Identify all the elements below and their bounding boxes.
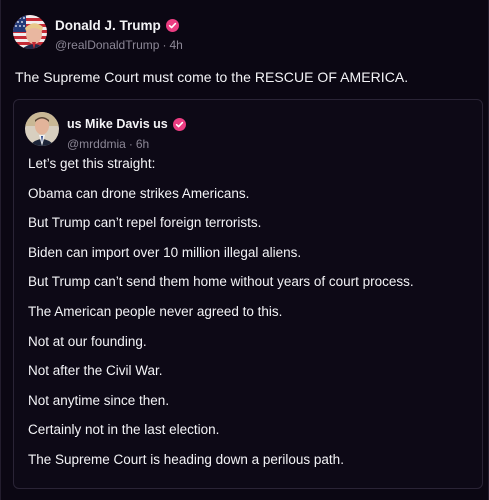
quoted-text-line: Let’s get this straight:: [28, 156, 156, 171]
separator-dot: ·: [128, 137, 133, 151]
author-avatar[interactable]: [13, 15, 47, 49]
quoted-post-body: Let’s get this straight: Obama can drone…: [28, 156, 472, 482]
author-handle[interactable]: @realDonaldTrump: [55, 38, 159, 52]
quoted-author-handle[interactable]: @mrddmia: [67, 137, 126, 151]
quoted-author-avatar[interactable]: [25, 112, 59, 146]
separator-dot: ·: [162, 38, 167, 52]
quoted-post-timestamp[interactable]: 6h: [136, 137, 149, 151]
post-body-text: The Supreme Court must come to the RESCU…: [15, 69, 409, 85]
quoted-post-header: us Mike Davis us @mrddmia · 6h: [25, 112, 186, 151]
quoted-text-line: Obama can drone strikes Americans.: [28, 185, 250, 201]
quoted-text-line: But Trump can’t repel foreign terrorists…: [28, 215, 262, 231]
quoted-text-line: Not after the Civil War.: [28, 363, 163, 379]
quoted-text-line: Certainly not in the last election.: [28, 422, 220, 438]
quoted-author-display-name[interactable]: us Mike Davis us: [67, 117, 168, 131]
quoted-post[interactable]: us Mike Davis us @mrddmia · 6h Let’s get t…: [13, 99, 483, 489]
author-display-name[interactable]: Donald J. Trump: [55, 18, 161, 33]
verified-badge-icon: [172, 117, 186, 131]
post-timestamp[interactable]: 4h: [169, 38, 182, 52]
post-card: Donald J. Trump @realDonaldTrump · 4h The …: [0, 0, 489, 500]
quoted-text-line: The American people never agreed to this…: [28, 303, 283, 319]
quoted-text-line: But Trump can’t send them home without y…: [28, 274, 414, 290]
quoted-text-line: The Supreme Court is heading down a peri…: [28, 451, 344, 467]
post-header: Donald J. Trump @realDonaldTrump · 4h: [13, 15, 183, 52]
quoted-text-line: Not at our founding.: [28, 333, 147, 349]
flag-portrait-avatar: [13, 15, 47, 49]
portrait-avatar: [25, 112, 59, 146]
quoted-text-line: Biden can import over 10 million illegal…: [28, 244, 302, 260]
quoted-text-line: Not anytime since then.: [28, 392, 170, 408]
verified-badge-icon: [165, 18, 179, 32]
